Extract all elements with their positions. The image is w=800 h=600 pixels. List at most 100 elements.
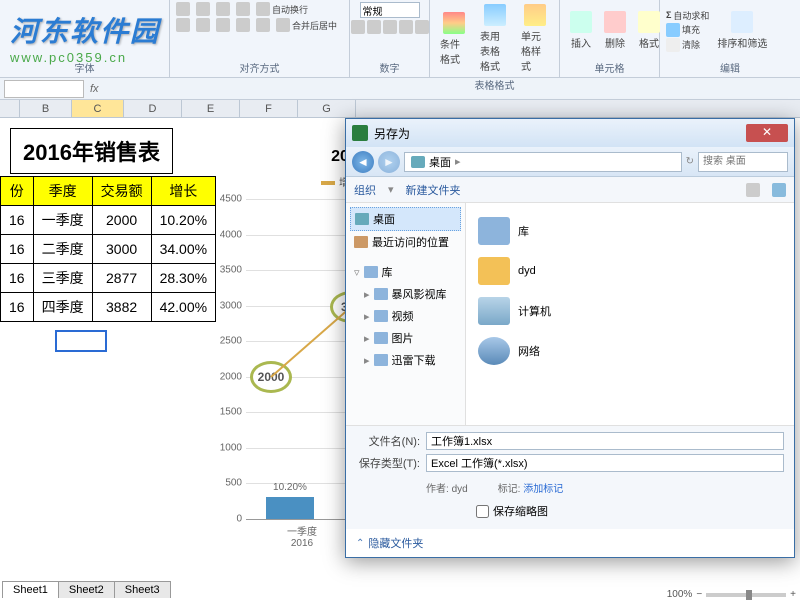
ribbon-group-editing: Σ 自动求和 填充 清除 排序和筛选 编辑 — [660, 0, 800, 77]
ribbon-group-align: 自动换行 合并后居中 对齐方式 — [170, 0, 350, 77]
file-list: 库 dyd 计算机 网络 — [466, 203, 794, 425]
col-header-g[interactable]: G — [298, 100, 356, 117]
format-table-button[interactable]: 表用表格格式 — [476, 2, 513, 75]
folder-tree: 桌面 最近访问的位置 ▿库 ▸暴风影视库 ▸视频 ▸图片 ▸迅雷下载 — [346, 203, 466, 425]
col-header-b[interactable]: B — [20, 100, 72, 117]
th-growth: 增长 — [151, 177, 215, 206]
th-quarter: 季度 — [33, 177, 92, 206]
file-computer[interactable]: 计算机 — [474, 291, 786, 331]
col-header-d[interactable]: D — [124, 100, 182, 117]
align-mid-icon[interactable] — [196, 2, 210, 16]
col-header-c[interactable]: C — [72, 100, 124, 117]
align-left-icon[interactable] — [176, 18, 190, 32]
zoom-in-icon[interactable]: + — [790, 589, 796, 600]
align-top-icon[interactable] — [176, 2, 190, 16]
fill-button[interactable]: 填充 — [666, 23, 709, 37]
tree-desktop[interactable]: 桌面 — [350, 207, 461, 231]
dialog-footer: ⌃ 隐藏文件夹 — [346, 529, 794, 557]
zoom-label: 100% — [667, 589, 693, 600]
nav-path[interactable]: 桌面 ▸ — [404, 152, 682, 172]
table-title: 2016年销售表 — [10, 128, 173, 174]
organize-button[interactable]: 组织 — [354, 182, 376, 198]
dec-inc-icon[interactable] — [399, 20, 413, 34]
sheet-tab[interactable]: Sheet3 — [114, 581, 171, 598]
search-input[interactable] — [698, 152, 788, 172]
filetype-label: 保存类型(T): — [356, 455, 420, 471]
new-folder-button[interactable]: 新建文件夹 — [406, 182, 461, 198]
comma-icon[interactable] — [383, 20, 397, 34]
hide-folders-link[interactable]: 隐藏文件夹 — [368, 535, 423, 551]
name-box[interactable] — [4, 80, 84, 98]
dialog-titlebar[interactable]: 另存为 ✕ — [346, 119, 794, 147]
indent-dec-icon[interactable] — [236, 18, 250, 32]
fx-icon[interactable]: fx — [90, 83, 99, 95]
percent-icon[interactable] — [367, 20, 381, 34]
number-format-dropdown[interactable]: 常规 — [360, 2, 420, 18]
file-dyd[interactable]: dyd — [474, 251, 786, 291]
th-year: 份 — [1, 177, 34, 206]
cond-format-button[interactable]: 条件格式 — [436, 10, 472, 68]
desktop-icon — [411, 156, 425, 168]
ribbon-label-editing: 编辑 — [666, 58, 794, 75]
clear-button[interactable]: 清除 — [666, 38, 709, 52]
sheet-tab[interactable]: Sheet2 — [58, 581, 115, 598]
file-libraries[interactable]: 库 — [474, 211, 786, 251]
tree-storm[interactable]: ▸暴风影视库 — [350, 283, 461, 305]
formula-bar: fx — [0, 78, 800, 100]
tree-pictures[interactable]: ▸图片 — [350, 327, 461, 349]
bar-label: 10.20% — [266, 482, 314, 493]
align-center-icon[interactable] — [196, 18, 210, 32]
selected-cell[interactable] — [55, 330, 107, 352]
y-axis: 0 500 1000 1500 2000 2500 3000 3500 4000… — [210, 199, 246, 519]
ribbon-label-cells: 单元格 — [566, 58, 653, 75]
view-icon[interactable] — [746, 183, 760, 197]
autosum-button[interactable]: Σ 自动求和 — [666, 9, 709, 22]
orient-icon[interactable] — [236, 2, 250, 16]
table-row: 16三季度287728.30% — [1, 264, 216, 293]
sort-filter-button[interactable]: 排序和筛选 — [713, 9, 771, 52]
help-icon[interactable] — [772, 183, 786, 197]
chart-bubble: 2000 — [250, 361, 292, 393]
dec-dec-icon[interactable] — [415, 20, 429, 34]
align-right-icon[interactable] — [216, 18, 230, 32]
filename-label: 文件名(N): — [356, 433, 420, 449]
table-row: 16四季度388242.00% — [1, 293, 216, 322]
refresh-icon[interactable]: ↻ — [686, 156, 694, 167]
data-table: 份 季度 交易额 增长 16一季度200010.20% 16二季度300034.… — [0, 176, 216, 322]
file-network[interactable]: 网络 — [474, 331, 786, 371]
col-header-e[interactable]: E — [182, 100, 240, 117]
col-header-f[interactable]: F — [240, 100, 298, 117]
col-header-corner[interactable] — [0, 100, 20, 117]
delete-button[interactable]: 删除 — [600, 9, 630, 52]
currency-icon[interactable] — [351, 20, 365, 34]
tree-recent[interactable]: 最近访问的位置 — [350, 231, 461, 253]
filetype-dropdown[interactable] — [426, 454, 784, 472]
cell-styles-button[interactable]: 单元格样式 — [517, 2, 553, 75]
author-value[interactable]: dyd — [452, 484, 468, 495]
tags-link[interactable]: 添加标记 — [523, 484, 563, 495]
ribbon-label-align: 对齐方式 — [176, 58, 343, 75]
align-bot-icon[interactable] — [216, 2, 230, 16]
nav-forward-button[interactable]: ► — [378, 151, 400, 173]
sheet-tab[interactable]: Sheet1 — [2, 581, 59, 598]
indent-inc-icon[interactable] — [256, 18, 270, 32]
expand-icon[interactable]: ⌃ — [356, 538, 364, 549]
filename-input[interactable] — [426, 432, 784, 450]
tree-xunlei[interactable]: ▸迅雷下载 — [350, 349, 461, 371]
insert-button[interactable]: 插入 — [566, 9, 596, 52]
zoom-out-icon[interactable]: − — [696, 589, 702, 600]
excel-icon — [352, 125, 368, 141]
tree-videos[interactable]: ▸视频 — [350, 305, 461, 327]
ribbon-label-styles: 表格格式 — [436, 75, 553, 92]
nav-back-button[interactable]: ◄ — [352, 151, 374, 173]
ribbon-group-cells: 插入 删除 格式 单元格 — [560, 0, 660, 77]
merge-center-button[interactable]: 合并后居中 — [276, 18, 337, 32]
dialog-body: 桌面 最近访问的位置 ▿库 ▸暴风影视库 ▸视频 ▸图片 ▸迅雷下载 库 dyd… — [346, 203, 794, 425]
zoom-slider[interactable] — [706, 593, 786, 597]
sheet-tabs: Sheet1 Sheet2 Sheet3 — [2, 581, 170, 598]
ribbon-group-font: 字体 — [0, 0, 170, 77]
tree-libraries[interactable]: ▿库 — [350, 261, 461, 283]
save-thumb-checkbox[interactable] — [476, 505, 489, 518]
wrap-text-button[interactable]: 自动换行 — [256, 2, 308, 16]
close-button[interactable]: ✕ — [746, 124, 788, 142]
